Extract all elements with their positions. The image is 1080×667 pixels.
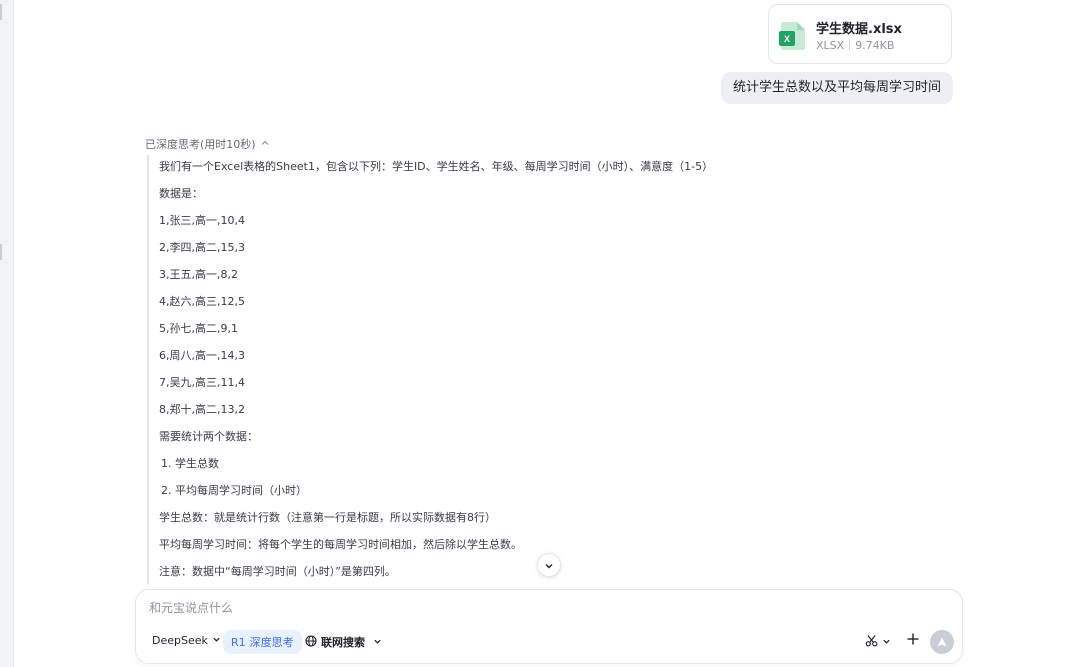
screenshot-tool-button[interactable]: [865, 634, 891, 650]
attachment-card[interactable]: X 学生数据.xlsx XLSX 9.74KB: [768, 4, 952, 64]
thinking-line: 8,郑十,高二,13,2: [159, 403, 245, 416]
scissors-icon: [865, 634, 878, 650]
left-sidebar-rail: [0, 0, 14, 667]
message-input[interactable]: [149, 598, 849, 618]
thinking-line: 1,张三,高一,10,4: [159, 214, 245, 227]
chevron-down-icon: [373, 636, 382, 649]
scroll-to-bottom-button[interactable]: [537, 553, 561, 577]
excel-file-icon: X: [779, 21, 807, 51]
thinking-toggle[interactable]: 已深度思考(用时10秒): [145, 136, 270, 152]
rail-marker: [0, 4, 2, 20]
chevron-down-icon: [544, 556, 554, 575]
model-label: DeepSeek: [152, 634, 208, 647]
model-selector[interactable]: DeepSeek: [152, 634, 221, 647]
deep-think-badge: R1: [231, 635, 246, 649]
thinking-line: 平均每周学习时间：将每个学生的每周学习时间相加，然后除以学生总数。: [159, 538, 522, 551]
thinking-line: 需要统计两个数据：: [159, 430, 258, 443]
send-arrow-icon: [936, 633, 948, 652]
attachment-meta: XLSX 9.74KB: [816, 39, 894, 52]
plus-icon: [906, 632, 920, 649]
thinking-line: 1. 学生总数: [161, 457, 219, 470]
thinking-line: 我们有一个Excel表格的Sheet1，包含以下列：学生ID、学生姓名、年级、每…: [159, 160, 714, 173]
chevron-down-icon: [212, 634, 221, 647]
attachment-file-name: 学生数据.xlsx: [816, 22, 902, 37]
meta-divider: [849, 41, 851, 50]
thinking-line: 4,赵六,高三,12,5: [159, 295, 245, 308]
thinking-line: 学生总数：就是统计行数（注意第一行是标题，所以实际数据有8行）: [159, 511, 496, 524]
attachment-file-type: XLSX: [816, 39, 845, 52]
chevron-down-icon: [882, 636, 891, 649]
globe-icon: [305, 634, 317, 650]
thinking-header-label: 已深度思考(用时10秒): [145, 138, 256, 151]
thinking-line: 5,孙七,高二,9,1: [159, 322, 238, 335]
send-button[interactable]: [930, 630, 954, 654]
web-search-label: 联网搜索: [321, 636, 365, 649]
thinking-line: 3,王五,高一,8,2: [159, 268, 238, 281]
add-attachment-button[interactable]: [906, 632, 920, 649]
chevron-up-icon: [260, 138, 270, 151]
thinking-content: 我们有一个Excel表格的Sheet1，包含以下列：学生ID、学生姓名、年级、每…: [147, 155, 769, 585]
deep-think-toggle[interactable]: R1 深度思考: [223, 630, 302, 654]
thinking-line: 2,李四,高二,15,3: [159, 241, 245, 254]
deep-think-label: 深度思考: [249, 636, 294, 649]
thinking-line: 2. 平均每周学习时间（小时）: [161, 484, 307, 497]
rail-marker: [0, 244, 2, 260]
thinking-line: 7,吴九,高三,11,4: [159, 376, 245, 389]
thinking-line: 数据是：: [159, 187, 203, 200]
thinking-line: 6,周八,高一,14,3: [159, 349, 245, 362]
web-search-toggle[interactable]: 联网搜索: [305, 634, 382, 650]
user-message-bubble: 统计学生总数以及平均每周学习时间: [720, 72, 953, 104]
attachment-file-size: 9.74KB: [855, 39, 895, 52]
thinking-line: 注意：数据中“每周学习时间（小时）”是第四列。: [159, 565, 396, 578]
chat-composer: DeepSeek R1 深度思考 联网搜索: [135, 589, 963, 664]
